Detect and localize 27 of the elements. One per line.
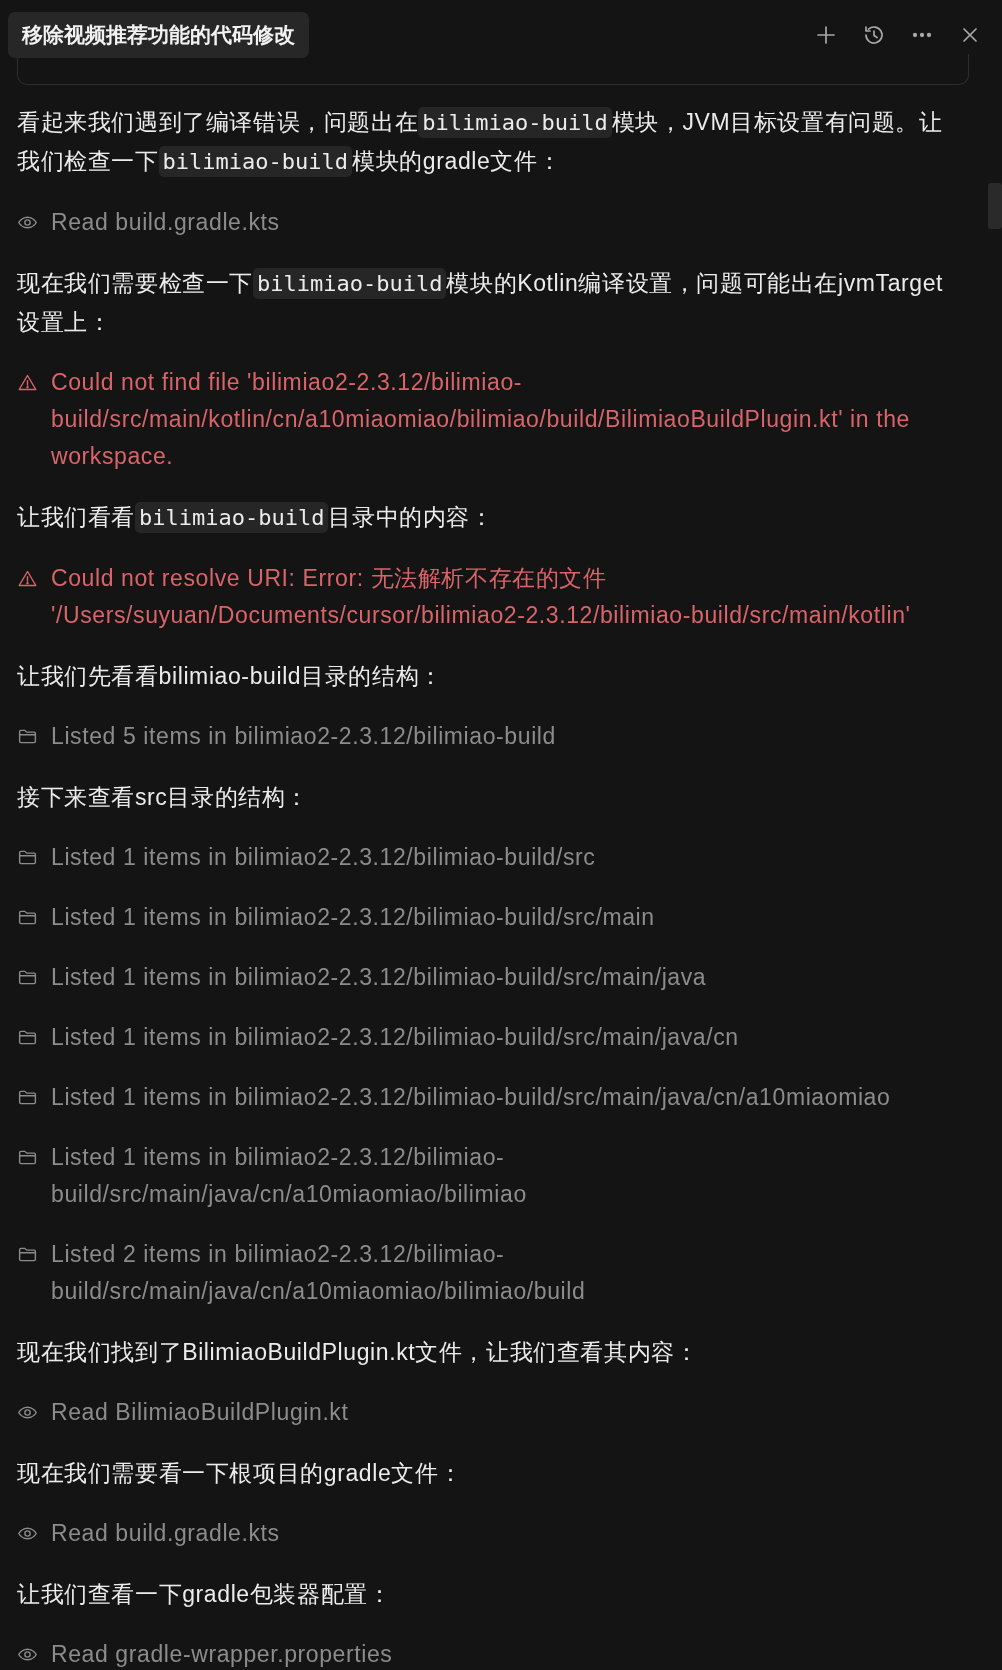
tool-call-text: Read build.gradle.kts	[51, 208, 281, 237]
message-text: 让我们查看一下gradle包装器配置：	[17, 1580, 393, 1609]
tool-call-text: Listed 1 items in bilimiao2-2.3.12/bilimiao-build/src	[51, 843, 597, 872]
message-text: 现在我们找到了BilimiaoBuildPlugin.kt文件，让我们查看其内容：	[17, 1338, 700, 1367]
message-text: 接下来查看src目录的结构：	[17, 783, 311, 812]
error-message: Could not find file 'bilimiao2-2.3.12/bilimiao-build/src/main/kotlin/cn/a10miaomiao/bilimiao/build/BilimiaoBuildPlugin.kt' in the workspace.	[51, 368, 911, 471]
error-message: Could not resolve URI: Error: 无法解析不存在的文件 '/Users/suyuan/Documents/cursor/bilimiao2-2.3.12/bilimiao-build/src/main/kotlin'	[51, 564, 912, 630]
chat-title-tab[interactable]: 移除视频推荐功能的代码修改	[8, 12, 309, 58]
tool-call-text: Listed 1 items in bilimiao2-2.3.12/bilimiao-build/src/main/java	[51, 963, 708, 992]
tool-call-text: Read build.gradle.kts	[51, 1519, 281, 1548]
tool-call-text: Listed 1 items in bilimiao2-2.3.12/bilimiao-build/src/main/java/cn/a10miaomiao	[51, 1083, 892, 1112]
plus-icon[interactable]	[814, 23, 838, 47]
message-text: 让我们看看 bilimiao-build 目录中的内容：	[17, 498, 962, 537]
message-text: 让我们先看看bilimiao-build目录的结构：	[17, 662, 444, 691]
tool-call-text: Read BilimiaoBuildPlugin.kt	[51, 1398, 350, 1427]
history-icon[interactable]	[862, 23, 886, 47]
message-text: 现在我们需要检查一下 bilimiao-build 模块的Kotlin编译设置，问题可能出在jvmTarget设置上：	[17, 267, 945, 337]
tool-call-text: Read gradle-wrapper.properties	[51, 1640, 394, 1669]
message-text: 看起来我们遇到了编译错误，问题出在 bilimiao-build 模块，JVM目标设置有问题。让我们检查一下 bilimiao-build 模块的gradle文件：	[17, 103, 962, 181]
tool-call-text: Listed 1 items in bilimiao2-2.3.12/bilimiao-build/src/main/java/cn/a10miaomiao/bilimiao	[51, 1143, 528, 1209]
tool-call-text: Listed 2 items in bilimiao2-2.3.12/bilimiao-build/src/main/java/cn/a10miaomiao/bilimiao/build	[51, 1240, 587, 1306]
message-text: 现在我们需要看一下根项目的gradle文件：	[17, 1459, 464, 1488]
tool-call-text: Listed 1 items in bilimiao2-2.3.12/bilimiao-build/src/main/java/cn	[51, 1023, 740, 1052]
tool-call-text: Listed 5 items in bilimiao2-2.3.12/bilimiao-build	[51, 722, 557, 751]
tool-call-text: Listed 1 items in bilimiao2-2.3.12/bilimiao-build/src/main	[51, 903, 656, 932]
warning-icon	[17, 372, 38, 393]
warning-icon	[17, 568, 38, 589]
